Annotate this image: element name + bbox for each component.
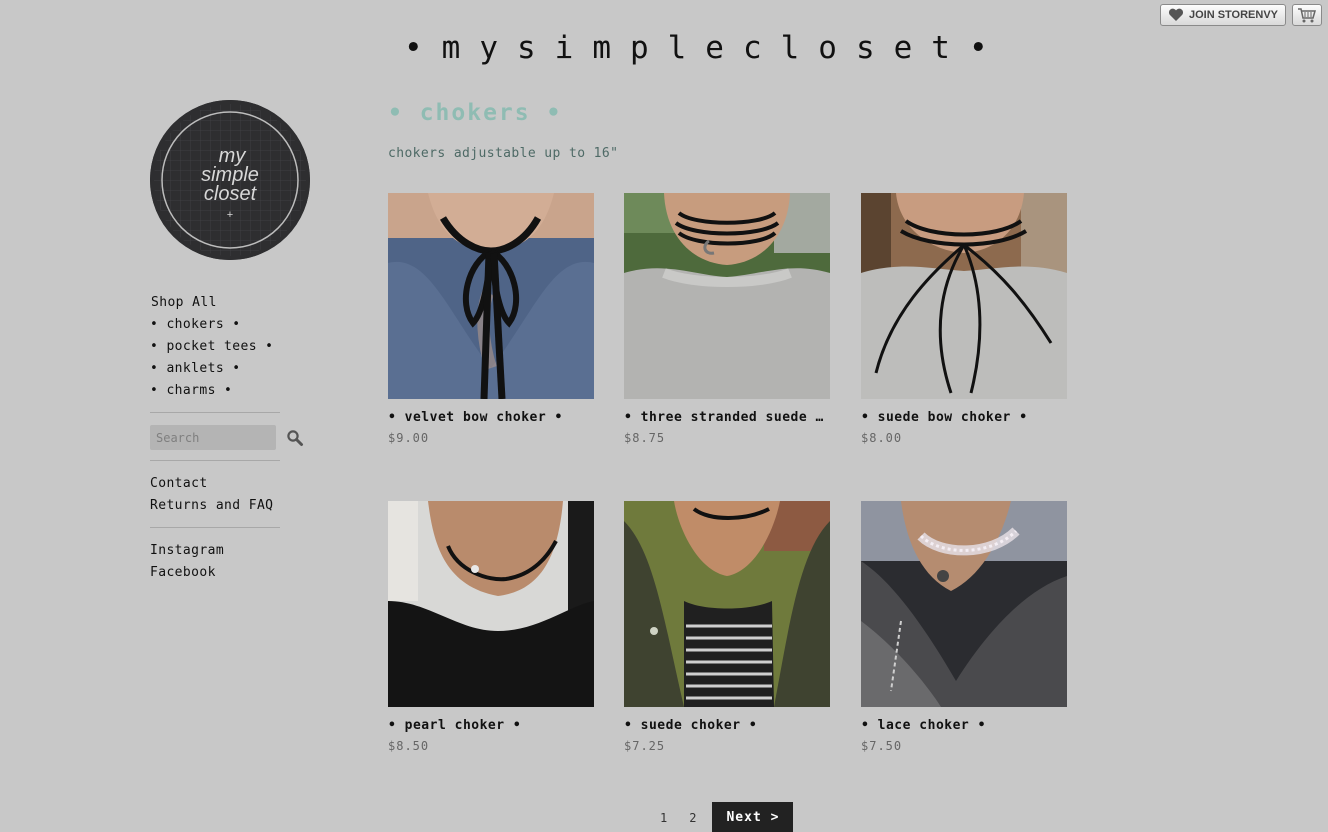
product-image-lace-choker[interactable] bbox=[861, 501, 1067, 707]
logo-text-plus: + bbox=[227, 209, 233, 221]
sidebar-divider bbox=[150, 460, 280, 461]
search-input[interactable] bbox=[150, 425, 276, 450]
product-name[interactable]: • lace choker • bbox=[861, 718, 1066, 733]
product-price: $8.00 bbox=[861, 431, 903, 445]
product-card: • three stranded suede choker • $8.75 bbox=[624, 193, 831, 445]
product-image-suede-bow-choker[interactable] bbox=[861, 193, 1067, 399]
product-card: • suede bow choker • $8.00 bbox=[861, 193, 1068, 445]
social-links: Instagram Facebook bbox=[150, 540, 224, 584]
search-icon[interactable] bbox=[286, 429, 304, 447]
store-logo[interactable]: my simple closet + bbox=[150, 100, 310, 260]
product-card: • pearl choker • $8.50 bbox=[388, 501, 595, 753]
product-card: • velvet bow choker • $9.00 bbox=[388, 193, 595, 445]
product-image-pearl-choker[interactable] bbox=[388, 501, 594, 707]
cart-icon bbox=[1298, 8, 1316, 23]
nav-item-chokers[interactable]: • chokers • bbox=[150, 314, 320, 336]
product-price: $9.00 bbox=[388, 431, 430, 445]
sidebar-divider bbox=[150, 527, 280, 528]
logo-graphic: my simple closet + bbox=[150, 100, 310, 260]
nav-item-charms[interactable]: • charms • bbox=[150, 380, 320, 402]
join-storenvy-label: JOIN STORENVY bbox=[1188, 9, 1279, 21]
info-links: Contact Returns and FAQ bbox=[150, 473, 273, 517]
returns-faq-link[interactable]: Returns and FAQ bbox=[150, 495, 273, 517]
product-card: • suede choker • $7.25 bbox=[624, 501, 831, 753]
category-title: • chokers • bbox=[388, 100, 563, 126]
search-form bbox=[150, 425, 304, 450]
heart-icon bbox=[1168, 8, 1183, 21]
nav-item-shop-all[interactable]: Shop All bbox=[150, 292, 320, 314]
nav-item-anklets[interactable]: • anklets • bbox=[150, 358, 320, 380]
sidebar-divider bbox=[150, 412, 280, 413]
cart-button[interactable] bbox=[1292, 4, 1322, 26]
nav-item-pocket-tees[interactable]: • pocket tees • bbox=[150, 336, 320, 358]
product-name[interactable]: • suede choker • bbox=[624, 718, 829, 733]
page-1-link[interactable]: 1 bbox=[660, 811, 667, 825]
product-name[interactable]: • velvet bow choker • bbox=[388, 410, 593, 425]
facebook-link[interactable]: Facebook bbox=[150, 562, 224, 584]
category-description: chokers adjustable up to 16" bbox=[388, 146, 619, 161]
contact-link[interactable]: Contact bbox=[150, 473, 273, 495]
pagination: 1 2 Next > bbox=[660, 802, 794, 832]
product-image-suede-choker[interactable] bbox=[624, 501, 830, 707]
product-price: $7.50 bbox=[861, 739, 903, 753]
product-name[interactable]: • suede bow choker • bbox=[861, 410, 1066, 425]
logo-text-closet: closet bbox=[204, 183, 258, 205]
product-card: • lace choker • $7.50 bbox=[861, 501, 1068, 753]
product-price: $8.50 bbox=[388, 739, 430, 753]
product-price: $7.25 bbox=[624, 739, 666, 753]
join-storenvy-button[interactable]: JOIN STORENVY bbox=[1160, 4, 1286, 26]
page-2-link[interactable]: 2 bbox=[689, 811, 696, 825]
next-page-button[interactable]: Next > bbox=[712, 802, 794, 832]
category-nav: Shop All • chokers • • pocket tees • • a… bbox=[150, 292, 320, 402]
instagram-link[interactable]: Instagram bbox=[150, 540, 224, 562]
storenvy-bar: JOIN STORENVY bbox=[1160, 4, 1322, 26]
product-image-velvet-bow-choker[interactable] bbox=[388, 193, 594, 399]
product-name[interactable]: • pearl choker • bbox=[388, 718, 593, 733]
product-image-three-stranded-suede-choker[interactable] bbox=[624, 193, 830, 399]
product-price: $8.75 bbox=[624, 431, 666, 445]
store-title[interactable]: •mysimplecloset• bbox=[404, 30, 1076, 66]
product-name[interactable]: • three stranded suede choker • bbox=[624, 410, 829, 425]
